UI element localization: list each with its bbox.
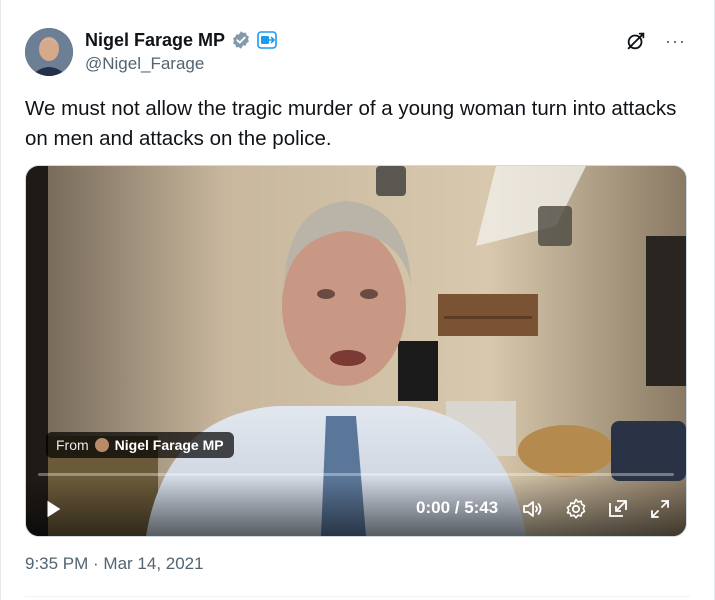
grok-icon[interactable] (625, 30, 647, 52)
pip-icon[interactable] (606, 497, 630, 521)
settings-icon[interactable] (564, 497, 588, 521)
author-display-name[interactable]: Nigel Farage MP (85, 29, 225, 51)
tweet-text: We must not allow the tragic murder of a… (25, 97, 677, 150)
play-icon[interactable] (42, 498, 64, 520)
video-source-chip[interactable]: From Nigel Farage MP (46, 432, 234, 458)
volume-icon[interactable] (520, 497, 544, 521)
video-progress-bar[interactable] (38, 473, 674, 476)
fullscreen-icon[interactable] (648, 497, 672, 521)
from-name: Nigel Farage MP (114, 437, 224, 453)
video-controls: 0:00 / 5:43 (26, 478, 686, 536)
affiliate-badge-icon[interactable] (257, 30, 277, 50)
author-handle[interactable]: @Nigel_Farage (85, 54, 204, 74)
tweet-card: Nigel Farage MP @Nigel_Farage ··· We mus… (0, 0, 715, 600)
top-actions: ··· (625, 30, 686, 52)
tweet-timestamp[interactable]: 9:35 PM · Mar 14, 2021 (25, 554, 204, 574)
avatar[interactable] (25, 28, 73, 76)
verified-badge-icon (233, 31, 249, 49)
divider (25, 596, 690, 597)
from-label: From (56, 437, 89, 453)
author-name-row: Nigel Farage MP (85, 29, 277, 51)
more-options-icon[interactable]: ··· (665, 30, 686, 52)
video-player[interactable]: From Nigel Farage MP 0:00 / 5:43 (25, 165, 687, 537)
source-avatar-icon (94, 438, 109, 452)
video-time: 0:00 / 5:43 (416, 498, 499, 517)
